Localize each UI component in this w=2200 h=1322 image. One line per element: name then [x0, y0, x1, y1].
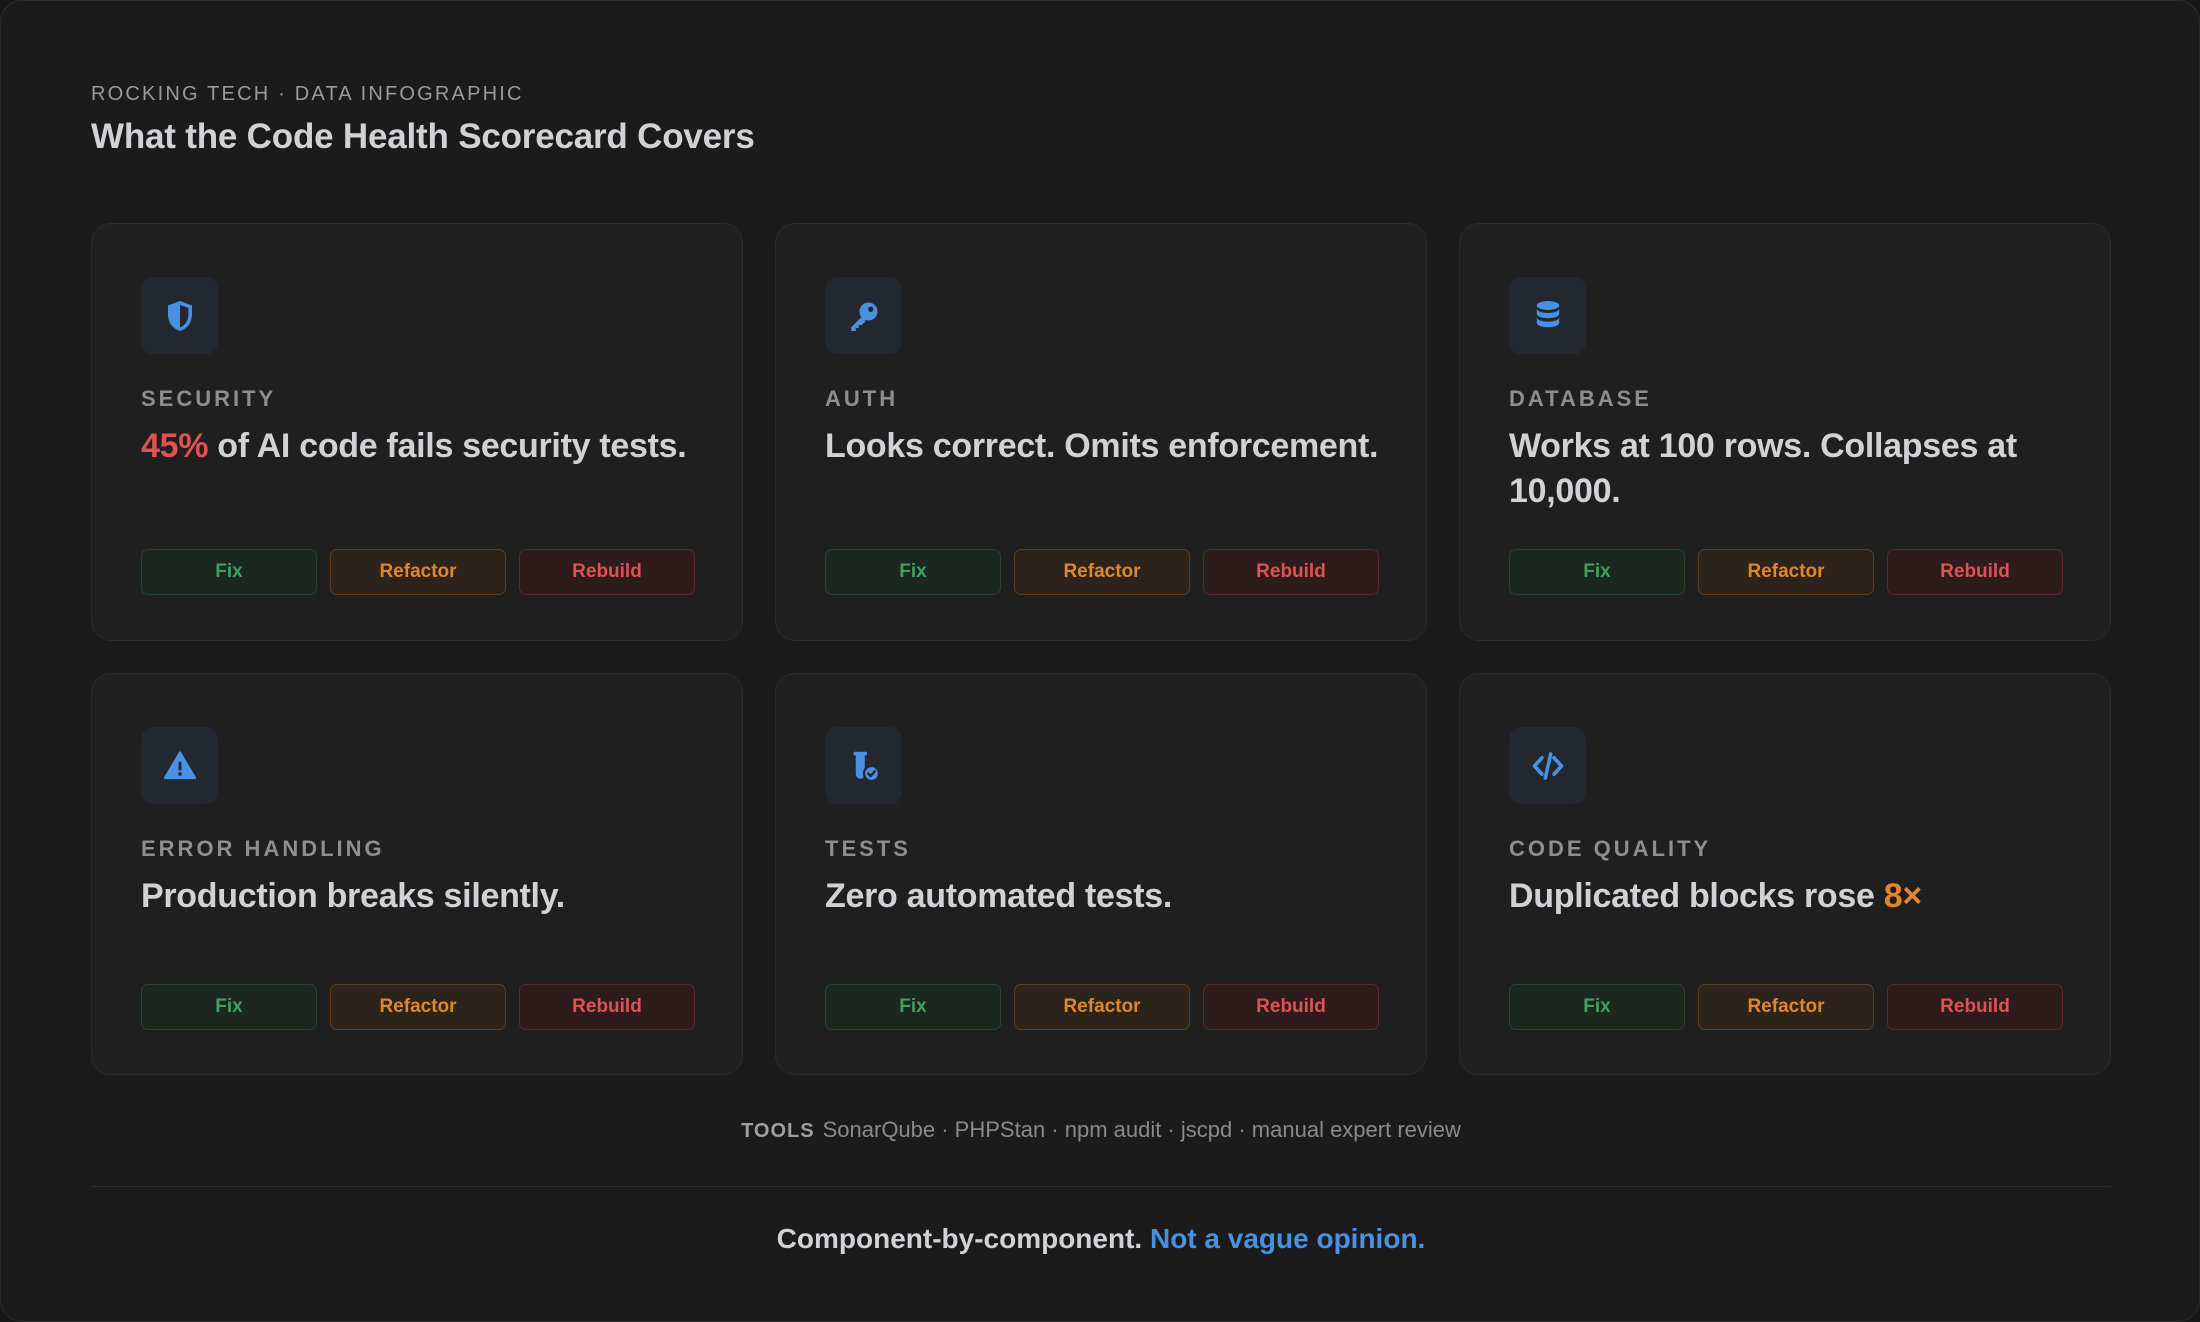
fix-button[interactable]: Fix	[141, 549, 317, 595]
headline-text: Zero automated tests.	[825, 877, 1172, 915]
refactor-button[interactable]: Refactor	[1698, 549, 1874, 595]
warning-icon	[141, 727, 218, 804]
refactor-button[interactable]: Refactor	[330, 549, 506, 595]
headline-text: Works at 100 rows. Collapses at 10,000.	[1509, 427, 2017, 510]
card-headline: Looks correct. Omits enforcement.	[825, 424, 1385, 469]
refactor-button[interactable]: Refactor	[1014, 549, 1190, 595]
headline-text: Duplicated blocks rose	[1509, 877, 1884, 915]
card-security: SECURITY 45% of AI code fails security t…	[91, 223, 743, 641]
tagline-text: Component-by-component.	[776, 1223, 1143, 1254]
rebuild-button[interactable]: Rebuild	[519, 984, 695, 1030]
key-icon	[825, 277, 902, 354]
fix-button[interactable]: Fix	[1509, 549, 1685, 595]
scorecard-grid: SECURITY 45% of AI code fails security t…	[91, 223, 2111, 1075]
card-label: AUTH	[825, 386, 899, 411]
headline-highlight: 45%	[141, 427, 209, 465]
card-headline: 45% of AI code fails security tests.	[141, 424, 701, 469]
headline-highlight: 8×	[1883, 877, 1922, 915]
card-actions: Fix Refactor Rebuild	[141, 984, 695, 1030]
refactor-button[interactable]: Refactor	[330, 984, 506, 1030]
card-headline: Duplicated blocks rose 8×	[1509, 874, 2069, 919]
headline-text: Looks correct. Omits enforcement.	[825, 427, 1379, 465]
shield-icon	[141, 277, 218, 354]
fix-button[interactable]: Fix	[825, 984, 1001, 1030]
rebuild-button[interactable]: Rebuild	[1203, 984, 1379, 1030]
card-label: CODE QUALITY	[1509, 836, 1712, 861]
headline-text: of AI code fails security tests.	[208, 427, 687, 465]
card-label: ERROR HANDLING	[141, 836, 385, 861]
divider	[91, 1186, 2111, 1187]
card-database: DATABASE Works at 100 rows. Collapses at…	[1459, 223, 2111, 641]
card-headline: Zero automated tests.	[825, 874, 1385, 919]
card-error-handling: ERROR HANDLING Production breaks silentl…	[91, 673, 743, 1075]
rebuild-button[interactable]: Rebuild	[1887, 549, 2063, 595]
card-actions: Fix Refactor Rebuild	[825, 549, 1379, 595]
refactor-button[interactable]: Refactor	[1698, 984, 1874, 1030]
card-headline: Works at 100 rows. Collapses at 10,000.	[1509, 424, 2069, 514]
tools-line: TOOLS SonarQube · PHPStan · npm audit · j…	[1, 1117, 2200, 1143]
code-icon	[1509, 727, 1586, 804]
tagline: Component-by-component. Not a vague opin…	[1, 1223, 2200, 1255]
card-actions: Fix Refactor Rebuild	[1509, 549, 2063, 595]
fix-button[interactable]: Fix	[141, 984, 317, 1030]
headline-text: Production breaks silently.	[141, 877, 565, 915]
card-headline: Production breaks silently.	[141, 874, 701, 919]
card-actions: Fix Refactor Rebuild	[1509, 984, 2063, 1030]
eyebrow: ROCKING TECH · DATA INFOGRAPHIC	[91, 83, 524, 105]
tools-list: SonarQube · PHPStan · npm audit · jscpd …	[822, 1117, 1461, 1142]
rebuild-button[interactable]: Rebuild	[519, 549, 695, 595]
card-auth: AUTH Looks correct. Omits enforcement. F…	[775, 223, 1427, 641]
card-label: TESTS	[825, 836, 911, 861]
refactor-button[interactable]: Refactor	[1014, 984, 1190, 1030]
infographic-frame: ROCKING TECH · DATA INFOGRAPHIC What the…	[0, 0, 2200, 1322]
card-code-quality: CODE QUALITY Duplicated blocks rose 8× F…	[1459, 673, 2111, 1075]
database-icon	[1509, 277, 1586, 354]
fix-button[interactable]: Fix	[825, 549, 1001, 595]
page-title: What the Code Health Scorecard Covers	[91, 117, 755, 156]
test-tube-check-icon	[825, 727, 902, 804]
tools-label: TOOLS	[741, 1120, 815, 1142]
tagline-accent: Not a vague opinion.	[1149, 1223, 1426, 1254]
card-label: DATABASE	[1509, 386, 1652, 411]
card-actions: Fix Refactor Rebuild	[141, 549, 695, 595]
card-tests: TESTS Zero automated tests. Fix Refactor…	[775, 673, 1427, 1075]
card-actions: Fix Refactor Rebuild	[825, 984, 1379, 1030]
rebuild-button[interactable]: Rebuild	[1203, 549, 1379, 595]
rebuild-button[interactable]: Rebuild	[1887, 984, 2063, 1030]
fix-button[interactable]: Fix	[1509, 984, 1685, 1030]
card-label: SECURITY	[141, 386, 277, 411]
